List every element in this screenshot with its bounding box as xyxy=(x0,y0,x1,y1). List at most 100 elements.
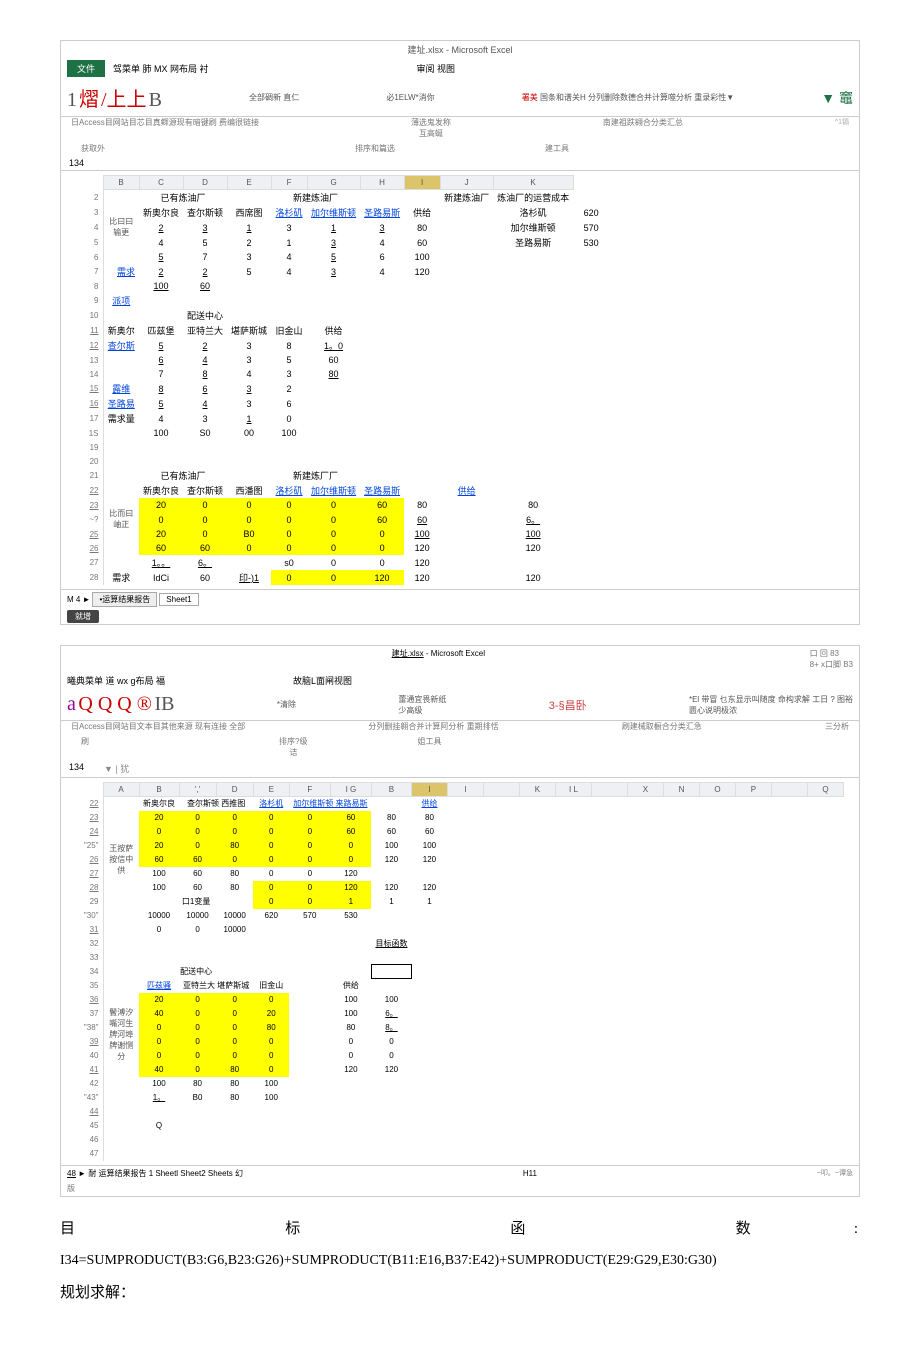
cell[interactable]: 80 xyxy=(216,839,253,853)
cell[interactable]: 0 xyxy=(179,993,216,1007)
cell[interactable]: 80 xyxy=(307,367,360,381)
col-hdr[interactable]: E xyxy=(253,783,289,797)
demand-label[interactable]: 需求 xyxy=(103,264,139,279)
cell[interactable]: 80 xyxy=(216,881,253,895)
cell[interactable]: 100 xyxy=(330,993,371,1007)
cell[interactable]: 80 xyxy=(179,1077,216,1091)
cell[interactable]: 60 xyxy=(183,570,227,585)
cell[interactable]: 120 xyxy=(404,541,440,555)
cell-link[interactable]: 供给 xyxy=(440,483,493,498)
cell[interactable]: 8 xyxy=(271,338,307,353)
cell[interactable]: 4 xyxy=(227,367,271,381)
cell[interactable]: 0 xyxy=(371,1035,411,1049)
cell[interactable]: 0 xyxy=(216,811,253,825)
cell[interactable]: 1 xyxy=(371,895,411,909)
cell[interactable]: 100 xyxy=(330,1007,371,1021)
solver-group[interactable]: *El 带冒 乜东显示叫随度 命构求解 工日 ? 图裕 匮心说明极浓 xyxy=(689,694,853,716)
cell[interactable]: 10000 xyxy=(216,923,253,937)
cell[interactable]: 0 xyxy=(216,993,253,1007)
cell[interactable]: 西席图 xyxy=(227,205,271,220)
cell[interactable]: 0 xyxy=(179,1063,216,1077)
cell[interactable]: 3 xyxy=(227,338,271,353)
cell[interactable]: 0 xyxy=(216,1035,253,1049)
sheet-tab[interactable]: •运算结果报告 xyxy=(92,592,157,607)
cell[interactable]: 0 xyxy=(216,1007,253,1021)
cell[interactable]: 60 xyxy=(179,867,216,881)
cell[interactable]: 120 xyxy=(371,881,411,895)
cell[interactable]: 100 xyxy=(139,279,183,293)
cell[interactable]: 3 xyxy=(307,264,360,279)
cell[interactable]: 4 xyxy=(139,235,183,250)
cell[interactable]: 120 xyxy=(371,1063,411,1077)
cell[interactable]: 2 xyxy=(139,264,183,279)
cell[interactable]: 0 xyxy=(360,527,404,541)
cell[interactable]: 新奥尔良 xyxy=(139,797,179,811)
col-hdr[interactable]: E xyxy=(227,176,271,190)
col-hdr[interactable]: H xyxy=(360,176,404,190)
cell[interactable]: 60 xyxy=(179,853,216,867)
col-hdr[interactable]: F xyxy=(271,176,307,190)
cell[interactable]: 2 xyxy=(139,220,183,235)
cell[interactable]: 3 xyxy=(271,367,307,381)
col-hdr[interactable]: C xyxy=(139,176,183,190)
cell[interactable]: 6 xyxy=(360,250,404,264)
cell[interactable]: 80 xyxy=(493,498,573,512)
cell[interactable]: 3 xyxy=(227,353,271,367)
col-hdr[interactable]: B xyxy=(139,783,179,797)
cell[interactable]: 570 xyxy=(573,220,609,235)
cell[interactable]: 0 xyxy=(330,853,371,867)
cell[interactable]: 60 xyxy=(411,825,447,839)
cell[interactable]: 供给 xyxy=(404,205,440,220)
cell[interactable]: 8 xyxy=(139,381,183,396)
cell[interactable]: 0 xyxy=(139,825,179,839)
reapply-btn[interactable]: 蕾通宜畏新纸 少高级 xyxy=(398,694,446,716)
cell[interactable]: B0 xyxy=(179,1091,216,1105)
cell[interactable]: 新奥尔良 xyxy=(139,483,183,498)
cell[interactable]: 2 xyxy=(271,381,307,396)
cell[interactable]: 120 xyxy=(330,867,371,881)
cell[interactable]: 4 xyxy=(183,396,227,411)
cell[interactable]: 0 xyxy=(253,839,289,853)
col-hdr[interactable]: ',' xyxy=(179,783,216,797)
cell[interactable]: 5 xyxy=(307,250,360,264)
cell[interactable]: 0 xyxy=(139,923,179,937)
cell[interactable]: 120 xyxy=(493,570,573,585)
ribbon-sources[interactable]: 日Access目网站目芯目真鳏源现有暗键刷 费编很链接 xyxy=(71,117,259,139)
cell[interactable]: 1 xyxy=(227,220,271,235)
cell[interactable]: IdCi xyxy=(139,570,183,585)
cell[interactable]: 80 xyxy=(216,867,253,881)
cell[interactable]: 8。 xyxy=(371,1021,411,1035)
ribbon-tab-group-left[interactable]: 驾菜单 肺 MX 网布局 衬 xyxy=(113,62,209,75)
cell[interactable]: 5 xyxy=(271,353,307,367)
cell[interactable]: 40 xyxy=(139,1007,179,1021)
cell[interactable]: 4 xyxy=(360,235,404,250)
cell[interactable]: 100 xyxy=(253,1077,289,1091)
cell[interactable]: 1 xyxy=(307,220,360,235)
cell[interactable]: 0 xyxy=(179,825,216,839)
cell[interactable]: 0 xyxy=(330,1049,371,1063)
name-box-1[interactable]: 134 xyxy=(61,156,859,171)
cell[interactable]: 0 xyxy=(271,512,307,527)
cell[interactable]: 100 xyxy=(139,1077,179,1091)
cell[interactable]: 6 xyxy=(139,353,183,367)
cell-link[interactable]: 供给 xyxy=(411,797,447,811)
cell[interactable]: 3 xyxy=(183,220,227,235)
tool-group-icon[interactable]: 3-§昌卧 xyxy=(549,697,587,713)
cell[interactable]: 4 xyxy=(183,353,227,367)
cell[interactable]: 100 xyxy=(404,250,440,264)
cell[interactable]: 80 xyxy=(253,1021,289,1035)
file-tab[interactable]: 文件 xyxy=(67,60,105,77)
cell[interactable]: 0 xyxy=(253,1035,289,1049)
cell[interactable]: 3 xyxy=(227,250,271,264)
cell[interactable]: 80 xyxy=(216,1091,253,1105)
cell[interactable]: 5 xyxy=(139,396,183,411)
cell[interactable]: 0 xyxy=(360,555,404,570)
cell[interactable]: 供给 xyxy=(307,323,360,338)
cell[interactable]: 120 xyxy=(411,881,447,895)
cell[interactable]: 5 xyxy=(139,250,183,264)
cell[interactable]: 530 xyxy=(573,235,609,250)
col-hdr[interactable]: P xyxy=(735,783,771,797)
cell-link[interactable]: 查尔斯 xyxy=(103,338,139,353)
cell[interactable]: 5 xyxy=(139,338,183,353)
cell[interactable]: 60 xyxy=(360,498,404,512)
